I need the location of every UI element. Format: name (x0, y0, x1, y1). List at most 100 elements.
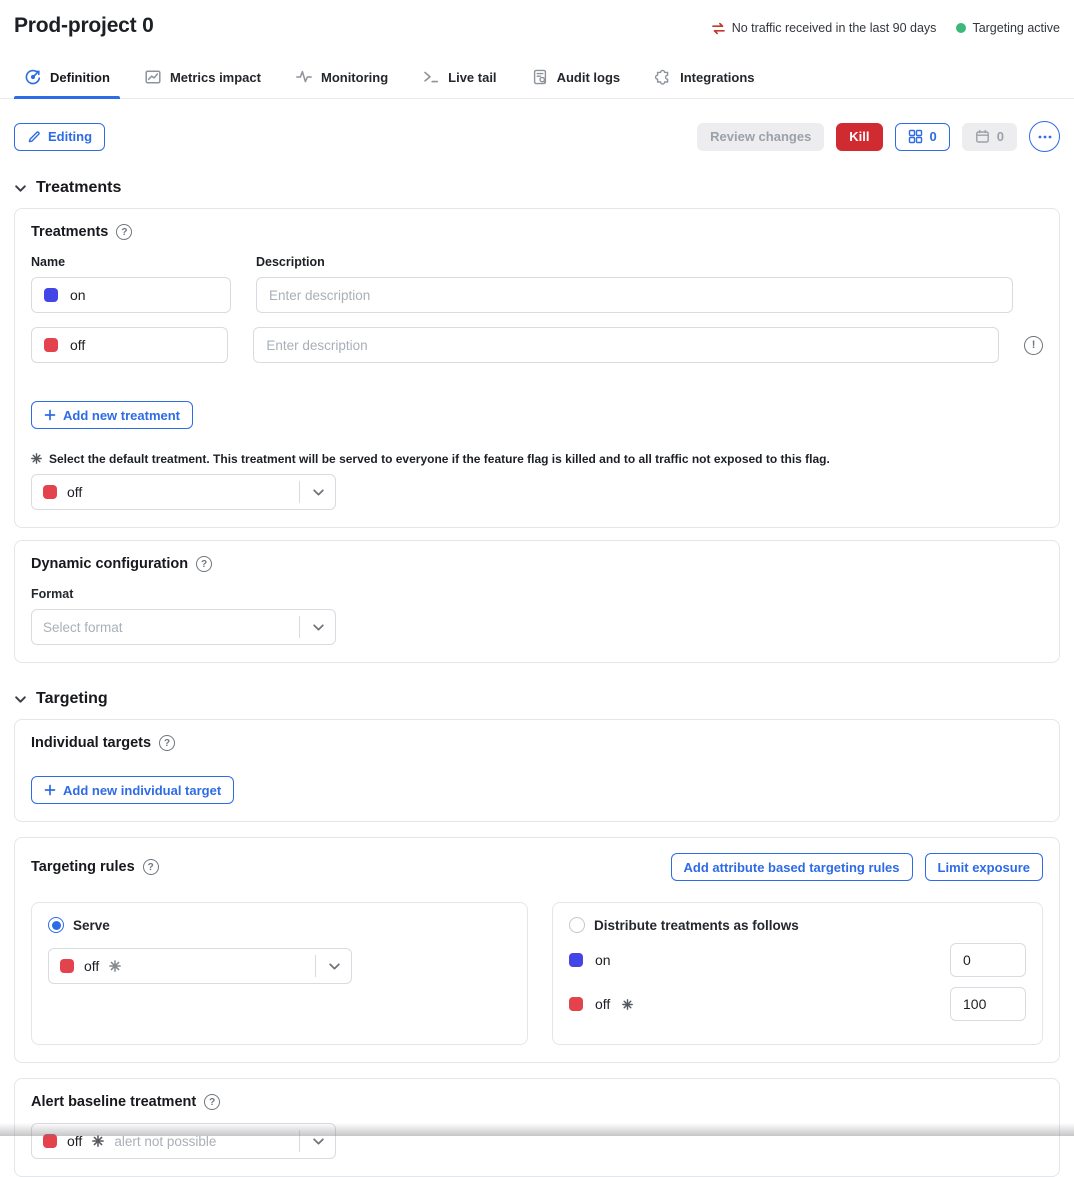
chevron-down-icon (312, 486, 325, 499)
distribute-treatment-name: on (595, 952, 611, 968)
distribute-percent-input-on[interactable] (950, 943, 1026, 977)
individual-targets-title-row: Individual targets ? (31, 735, 1043, 751)
distribute-treatment-name: off (595, 996, 610, 1012)
targeting-rules-header: Targeting rules ? Add attribute based ta… (31, 853, 1043, 881)
tab-audit-logs[interactable]: Audit logs (521, 58, 631, 98)
select-divider (315, 955, 316, 977)
treatments-card-title-row: Treatments ? (31, 224, 1043, 240)
status-group: No traffic received in the last 90 days … (711, 14, 1060, 35)
default-treatment-select[interactable]: off (31, 474, 336, 510)
tab-integrations[interactable]: Integrations (644, 58, 764, 98)
page-title: Prod-project 0 (14, 14, 154, 38)
serve-treatment-value: off (84, 958, 99, 974)
treatment-description-input-on[interactable] (256, 277, 1013, 313)
treatment-row: on (31, 277, 1043, 313)
plus-icon (44, 409, 56, 421)
individual-targets-title: Individual targets (31, 735, 151, 751)
tab-label: Definition (50, 70, 110, 85)
help-icon[interactable]: ? (196, 556, 212, 572)
treatment-color-swatch (43, 1134, 57, 1148)
audit-logs-icon (531, 68, 549, 86)
distribute-row-on: on (569, 943, 1026, 977)
help-icon[interactable]: ? (116, 224, 132, 240)
tab-metrics-impact[interactable]: Metrics impact (134, 58, 271, 98)
limit-exposure-button[interactable]: Limit exposure (925, 853, 1043, 881)
metrics-impact-icon (144, 68, 162, 86)
schedule-count: 0 (997, 129, 1004, 144)
swap-arrows-icon (711, 22, 726, 35)
treatment-color-swatch (569, 953, 583, 967)
add-attribute-rules-label: Add attribute based targeting rules (684, 860, 900, 875)
kill-button[interactable]: Kill (836, 123, 882, 151)
chevron-down-icon (14, 182, 27, 195)
chevron-down-icon (312, 1135, 325, 1148)
alert-baseline-select[interactable]: off alert not possible (31, 1123, 336, 1159)
format-label: Format (31, 587, 1043, 601)
add-individual-target-label: Add new individual target (63, 783, 221, 798)
kill-label: Kill (849, 129, 869, 144)
tab-label: Integrations (680, 70, 754, 85)
add-attribute-rules-button[interactable]: Add attribute based targeting rules (671, 853, 913, 881)
distribute-radio[interactable] (569, 917, 585, 933)
live-tail-icon (422, 68, 440, 86)
serve-radio[interactable] (48, 917, 64, 933)
review-changes-button[interactable]: Review changes (697, 123, 824, 151)
tab-live-tail[interactable]: Live tail (412, 58, 506, 98)
toolbar-right: Review changes Kill 0 (697, 121, 1060, 152)
serve-treatment-select[interactable]: off (48, 948, 352, 984)
name-column-label: Name (31, 255, 231, 269)
alert-baseline-card: Alert baseline treatment ? off alert not… (14, 1078, 1060, 1177)
dynamic-configuration-card: Dynamic configuration ? Format Select fo… (14, 540, 1060, 663)
individual-targets-card: Individual targets ? Add new individual … (14, 719, 1060, 822)
treatments-section-toggle[interactable]: Treatments (14, 179, 1060, 197)
treatment-name-field-off[interactable]: off (31, 327, 228, 363)
description-column-label: Description (256, 255, 325, 269)
definition-icon (24, 68, 42, 86)
alert-baseline-title: Alert baseline treatment (31, 1094, 196, 1110)
tab-monitoring[interactable]: Monitoring (285, 58, 398, 98)
treatments-column-headers: Name Description (31, 255, 1043, 269)
treatment-description-input-off[interactable] (253, 327, 999, 363)
format-select[interactable]: Select format (31, 609, 336, 645)
add-new-treatment-button[interactable]: Add new treatment (31, 401, 193, 429)
tab-label: Metrics impact (170, 70, 261, 85)
targeting-active-dot (956, 23, 966, 33)
tab-label: Live tail (448, 70, 496, 85)
treatments-section-title: Treatments (36, 179, 121, 197)
treatment-name-field-on[interactable]: on (31, 277, 231, 313)
schedule-button[interactable]: 0 (962, 123, 1017, 151)
chevron-down-icon (312, 621, 325, 634)
distribute-percent-input-off[interactable] (950, 987, 1026, 1021)
targeting-status: Targeting active (956, 21, 1060, 35)
treatments-card-title: Treatments (31, 224, 108, 240)
serve-panel: Serve off (31, 902, 528, 1045)
ellipsis-icon (1038, 135, 1052, 139)
select-divider (299, 1130, 300, 1152)
distribute-label: Distribute treatments as follows (594, 918, 799, 933)
distribute-row-off: off (569, 987, 1026, 1021)
targeting-rules-title-row: Targeting rules ? (31, 859, 159, 875)
rollout-board-button[interactable]: 0 (895, 123, 950, 151)
treatment-row: off ! (31, 327, 1043, 363)
treatment-color-swatch (43, 485, 57, 499)
add-individual-target-button[interactable]: Add new individual target (31, 776, 234, 804)
grid-icon (908, 129, 923, 144)
default-note-text: Select the default treatment. This treat… (49, 452, 830, 466)
help-icon[interactable]: ? (204, 1094, 220, 1110)
editing-label: Editing (48, 129, 92, 144)
calendar-icon (975, 129, 990, 144)
targeting-section-toggle[interactable]: Targeting (14, 690, 1060, 708)
help-icon[interactable]: ? (159, 735, 175, 751)
tab-label: Monitoring (321, 70, 388, 85)
monitoring-icon (295, 68, 313, 86)
help-icon[interactable]: ? (143, 859, 159, 875)
distribute-radio-row[interactable]: Distribute treatments as follows (569, 917, 1026, 933)
serve-radio-row[interactable]: Serve (48, 917, 511, 933)
distribute-treatment: on (569, 952, 611, 968)
tab-definition[interactable]: Definition (14, 58, 120, 98)
treatment-color-swatch (569, 997, 583, 1011)
more-options-button[interactable] (1029, 121, 1060, 152)
editing-button[interactable]: Editing (14, 123, 105, 151)
default-asterisk-icon (92, 1135, 104, 1147)
toolbar: Editing Review changes Kill 0 (14, 121, 1060, 152)
